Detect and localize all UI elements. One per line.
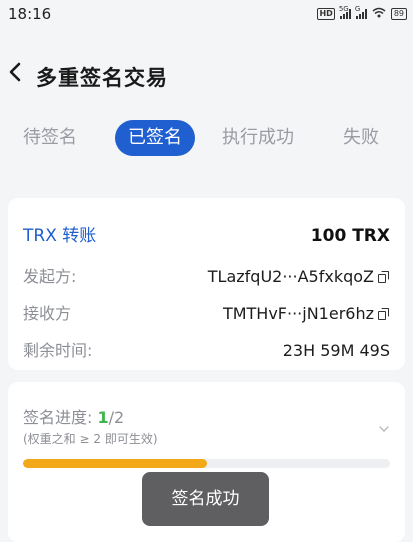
initiator-label: 发起方: [23, 267, 77, 286]
copy-icon[interactable] [378, 270, 390, 284]
status-time: 18:16 [8, 5, 52, 23]
remaining-time-row: 剩余时间: 23H 59M 49S [23, 338, 390, 364]
receiver-row: 接收方 TMTHvF···jN1er6hz [23, 301, 390, 327]
progress-done-count: 1 [97, 408, 109, 427]
remaining-label: 剩余时间: [23, 341, 93, 360]
initiator-row: 发起方: TLazfqU2···A5fxkqoZ [23, 264, 390, 290]
progress-label: 签名进度: [23, 408, 93, 427]
tab-failed[interactable]: 失败 [343, 120, 379, 156]
tab-pending[interactable]: 待签名 [23, 120, 77, 156]
tab-bar: 待签名 已签名 执行成功 失败 [0, 120, 413, 156]
copy-icon[interactable] [378, 307, 390, 321]
tab-signed[interactable]: 已签名 [115, 120, 195, 156]
progress-total: /2 [108, 408, 125, 427]
remaining-value: 23H 59M 49S [282, 341, 390, 360]
receiver-address: TMTHvF···jN1er6hz [223, 301, 390, 327]
signal-5g-icon: 5G [339, 5, 351, 19]
chevron-down-icon[interactable] [379, 418, 389, 432]
progress-heading: 签名进度: 1/2 [23, 404, 124, 428]
progress-bar [23, 459, 390, 468]
toast-message: 签名成功 [142, 472, 269, 526]
receiver-label: 接收方 [23, 304, 72, 323]
signal-g-icon: G [355, 5, 367, 19]
hd-icon: HD [317, 8, 335, 20]
progress-note: (权重之和 ≥ 2 即可生效) [23, 432, 158, 446]
receiver-value: TMTHvF···jN1er6hz [222, 304, 374, 323]
wifi-icon [372, 7, 386, 21]
status-bar: 18:16 HD 5G G 89 [0, 0, 413, 30]
page-title: 多重签名交易 [36, 66, 168, 90]
transaction-type: TRX 转账 [23, 226, 97, 246]
transaction-header-row: TRX 转账 100 TRX [23, 223, 390, 249]
chevron-left-icon [9, 62, 21, 86]
back-button[interactable] [4, 62, 26, 86]
initiator-address: TLazfqU2···A5fxkqoZ [208, 264, 390, 290]
initiator-value: TLazfqU2···A5fxkqoZ [207, 267, 374, 286]
transaction-amount: 100 TRX [310, 226, 390, 246]
battery-icon: 89 [390, 8, 407, 20]
transaction-card[interactable]: TRX 转账 100 TRX 发起方: TLazfqU2···A5fxkqoZ … [8, 198, 405, 370]
tab-executed[interactable]: 执行成功 [222, 120, 294, 156]
nav-bar: 多重签名交易 [0, 52, 413, 100]
status-icons: HD 5G G 89 [317, 5, 407, 21]
progress-bar-fill [23, 459, 207, 468]
